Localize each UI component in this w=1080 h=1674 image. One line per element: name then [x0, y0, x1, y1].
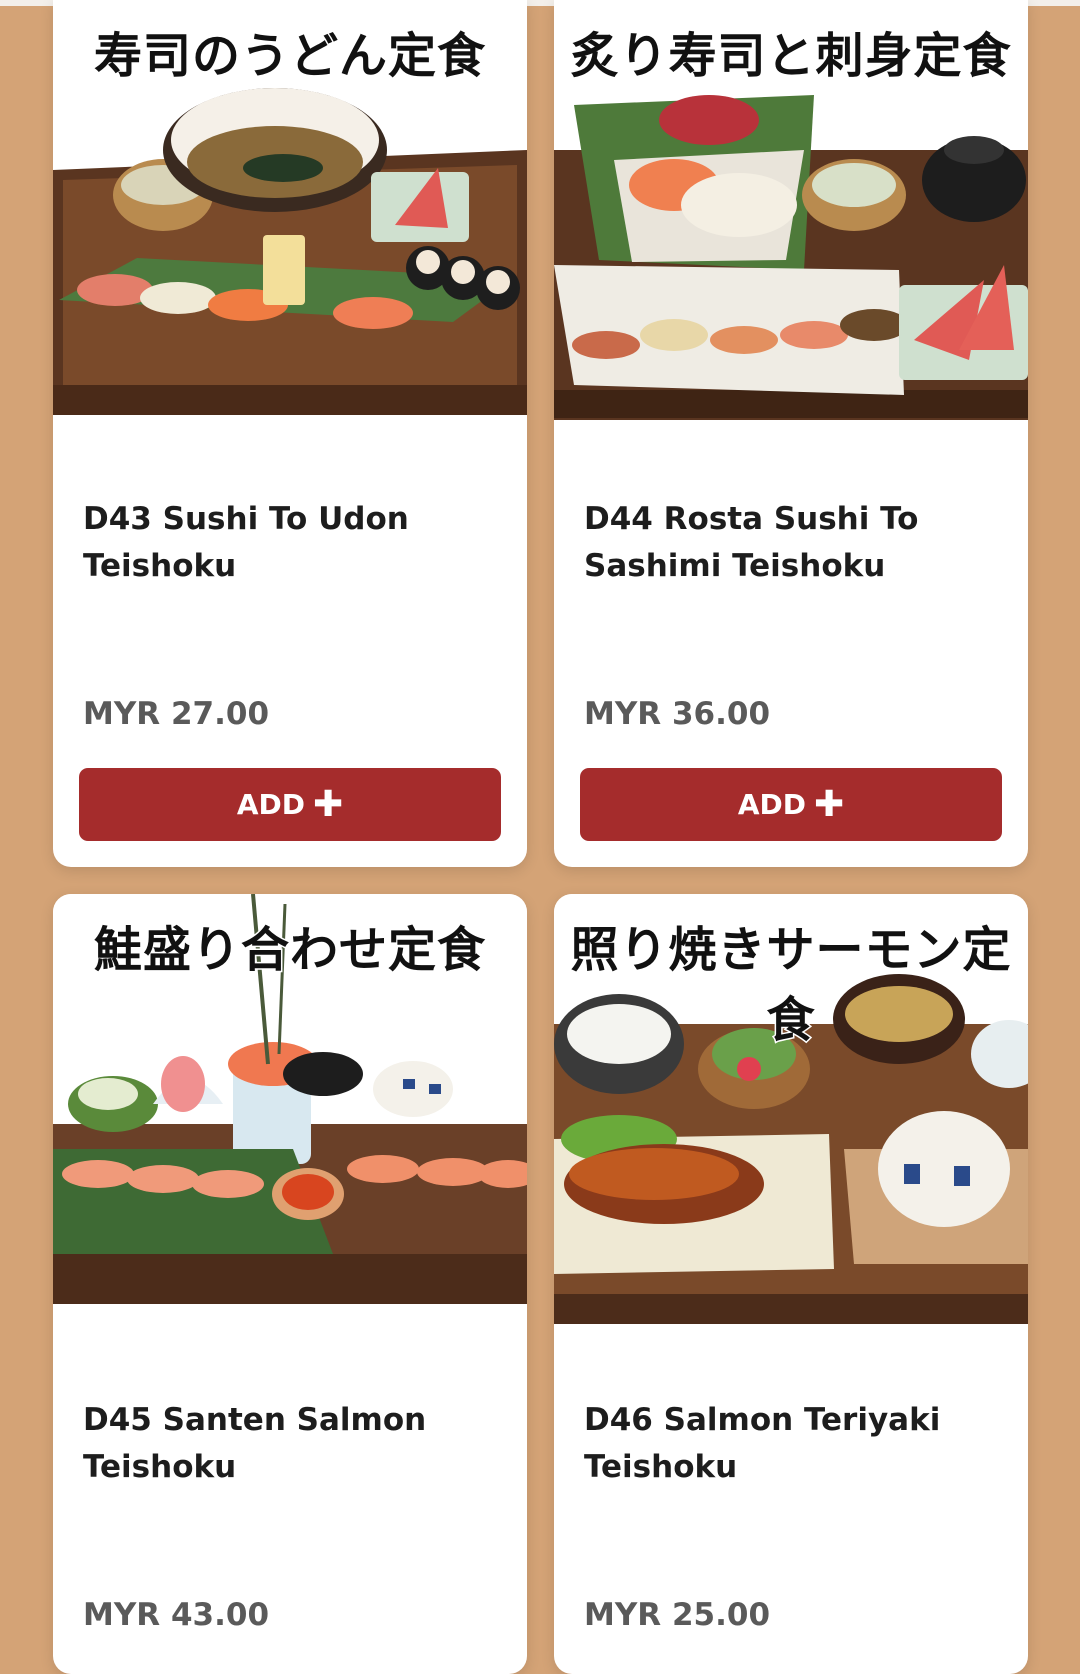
product-card-d46[interactable]: 照り焼きサーモン定食 D46 Salmon Teriyaki Teishoku … — [554, 894, 1028, 1674]
japanese-title: 寿司のうどん定食 — [92, 27, 486, 86]
japanese-title: 炙り寿司と刺身定食 — [569, 27, 1012, 86]
add-button-label: ADD — [236, 788, 305, 821]
product-price: MYR 27.00 — [83, 696, 270, 732]
product-price: MYR 25.00 — [584, 1597, 771, 1633]
product-name[interactable]: D43 Sushi To Udon Teishoku — [83, 496, 497, 590]
product-name[interactable]: D46 Salmon Teriyaki Teishoku — [584, 1397, 998, 1491]
add-to-cart-button[interactable]: ADD ✚ — [79, 768, 501, 841]
add-to-cart-button[interactable]: ADD ✚ — [580, 768, 1002, 841]
add-button-label: ADD — [737, 788, 806, 821]
product-card-d44[interactable]: 炙り寿司と刺身定食 D44 Rosta Sushi To Sashimi Tei… — [554, 0, 1028, 867]
product-card-d45[interactable]: 鮭盛り合わせ定食 D45 Santen Salmon Teishoku MYR … — [53, 894, 527, 1674]
plus-icon: ✚ — [813, 783, 845, 825]
product-card-d43[interactable]: 寿司のうどん定食 D43 Sushi To Udon Teishoku MYR … — [53, 0, 527, 867]
japanese-title: 鮭盛り合わせ定食 — [92, 921, 486, 980]
plus-icon: ✚ — [312, 783, 344, 825]
product-price: MYR 36.00 — [584, 696, 771, 732]
product-price: MYR 43.00 — [83, 1597, 270, 1633]
product-name[interactable]: D45 Santen Salmon Teishoku — [83, 1397, 497, 1491]
product-name[interactable]: D44 Rosta Sushi To Sashimi Teishoku — [584, 496, 998, 590]
japanese-title: 照り焼きサーモン定食 — [569, 921, 1012, 1050]
